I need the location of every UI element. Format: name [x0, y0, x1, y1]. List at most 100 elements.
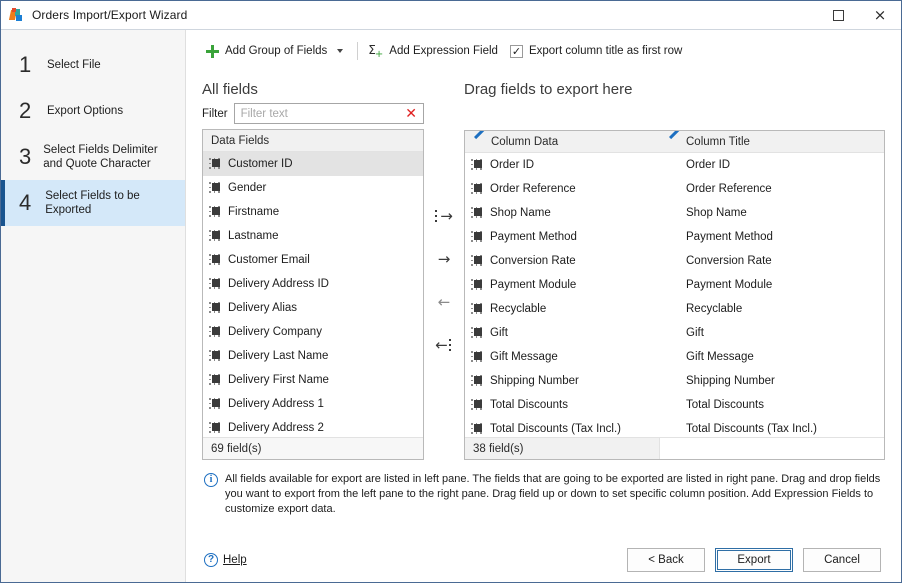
column-title-value: Order ID [686, 159, 731, 171]
drag-handle-icon[interactable] [471, 183, 483, 195]
column-data-value: Conversion Rate [490, 255, 576, 267]
field-label: Delivery Company [228, 326, 322, 339]
list-item[interactable]: Delivery Address 2 [203, 416, 423, 437]
dots-icon [435, 210, 439, 222]
list-item[interactable]: Delivery First Name [203, 368, 423, 392]
checkbox-checked-icon[interactable]: ✓ [509, 44, 523, 58]
drag-handle-icon[interactable] [209, 230, 221, 242]
column-header-column-data[interactable]: Column Data [473, 136, 668, 148]
drag-handle-icon[interactable] [471, 303, 483, 315]
column-data-value: Order Reference [490, 183, 576, 195]
list-item[interactable]: Gender [203, 176, 423, 200]
add-expression-field-button[interactable]: Σ + Add Expression Field [364, 40, 506, 62]
table-row[interactable]: Total Discounts Total Discounts [465, 393, 884, 417]
step-number: 4 [19, 190, 32, 215]
drag-handle-icon[interactable] [209, 254, 221, 266]
field-label: Delivery First Name [228, 374, 329, 387]
column-data-value: Payment Module [490, 279, 577, 291]
window-title: Orders Import/Export Wizard [32, 7, 188, 22]
move-selected-left-button[interactable]: ← [431, 335, 457, 355]
field-label: Customer Email [228, 254, 310, 267]
table-row[interactable]: Shop Name Shop Name [465, 201, 884, 225]
filter-box[interactable]: ✕ [233, 103, 424, 125]
export-column-title-label: Export column title as first row [528, 45, 683, 57]
table-row[interactable]: Order ID Order ID [465, 153, 884, 177]
drag-handle-icon[interactable] [471, 375, 483, 387]
move-all-right-button[interactable]: → [431, 249, 457, 269]
drag-handle-icon[interactable] [209, 302, 221, 314]
table-row[interactable]: Payment Module Payment Module [465, 273, 884, 297]
table-row[interactable]: Recyclable Recyclable [465, 297, 884, 321]
maximize-button[interactable] [817, 1, 859, 29]
add-group-of-fields-button[interactable]: Add Group of Fields [202, 40, 351, 62]
drag-handle-icon[interactable] [471, 255, 483, 267]
export-column-title-checkbox[interactable]: ✓ Export column title as first row [506, 40, 690, 62]
list-item[interactable]: Customer ID [203, 152, 423, 177]
drag-handle-icon[interactable] [471, 423, 483, 435]
field-label: Delivery Alias [228, 302, 298, 315]
drag-handle-icon[interactable] [471, 327, 483, 339]
export-button[interactable]: Export [715, 548, 793, 572]
list-item[interactable]: Firstname [203, 200, 423, 224]
drag-handle-icon[interactable] [471, 231, 483, 243]
table-row[interactable]: Payment Method Payment Method [465, 225, 884, 249]
move-all-left-button[interactable]: ← [431, 292, 457, 312]
sidebar-step-3[interactable]: 3 Select Fields Delimiter and Quote Char… [1, 134, 185, 180]
drag-handle-icon[interactable] [209, 278, 221, 290]
column-data-value: Shop Name [490, 207, 551, 219]
column-data-value: Gift [490, 327, 508, 339]
column-data-value: Shipping Number [490, 375, 579, 387]
table-row[interactable]: Conversion Rate Conversion Rate [465, 249, 884, 273]
search-input[interactable] [240, 107, 404, 120]
cancel-button[interactable]: Cancel [803, 548, 881, 572]
close-button[interactable]: × [859, 1, 901, 29]
wizard-window: Orders Import/Export Wizard × 1 Select F… [0, 0, 902, 583]
back-button[interactable]: < Back [627, 548, 705, 572]
list-item[interactable]: Delivery Company [203, 320, 423, 344]
field-label: Customer ID [228, 158, 293, 171]
sidebar-step-4[interactable]: 4 Select Fields to be Exported [1, 180, 185, 226]
dots-icon [448, 339, 453, 351]
pencil-icon [473, 136, 485, 148]
list-item[interactable]: Customer Email [203, 248, 423, 272]
list-item[interactable]: Delivery Alias [203, 296, 423, 320]
table-row[interactable]: Gift Gift [465, 321, 884, 345]
drag-handle-icon[interactable] [209, 158, 221, 170]
drag-handle-icon[interactable] [209, 326, 221, 338]
all-fields-rows[interactable]: Customer ID Gender Firstname Lastname Cu… [203, 152, 423, 437]
export-fields-listbox[interactable]: Column Data Column Title Order ID Order … [464, 130, 885, 460]
chevron-down-icon[interactable] [337, 49, 344, 53]
drag-handle-icon[interactable] [471, 399, 483, 411]
drag-handle-icon[interactable] [471, 279, 483, 291]
sidebar-step-2[interactable]: 2 Export Options [1, 88, 185, 134]
clear-filter-icon[interactable]: ✕ [403, 107, 419, 121]
drag-handle-icon[interactable] [471, 351, 483, 363]
drag-handle-icon[interactable] [209, 182, 221, 194]
main-content: Add Group of Fields Σ + Add Expression Fi… [186, 30, 901, 582]
table-row[interactable]: Gift Message Gift Message [465, 345, 884, 369]
move-selected-right-button[interactable]: → [431, 206, 457, 226]
drag-handle-icon[interactable] [471, 159, 483, 171]
export-fields-rows[interactable]: Order ID Order ID Order Reference Order … [465, 153, 884, 437]
step-label: Select Fields Delimiter and Quote Charac… [43, 144, 158, 170]
table-row[interactable]: Shipping Number Shipping Number [465, 369, 884, 393]
column-data-value: Payment Method [490, 231, 577, 243]
column-header-column-title[interactable]: Column Title [668, 136, 884, 148]
drag-handle-icon[interactable] [209, 422, 221, 434]
list-item[interactable]: Delivery Last Name [203, 344, 423, 368]
all-fields-listbox[interactable]: Data Fields Customer ID Gender Firstname… [202, 129, 424, 460]
export-fields-status: 38 field(s) [465, 437, 884, 459]
sidebar-step-1[interactable]: 1 Select File [1, 42, 185, 88]
table-row[interactable]: Order Reference Order Reference [465, 177, 884, 201]
drag-handle-icon[interactable] [209, 374, 221, 386]
drag-handle-icon[interactable] [209, 350, 221, 362]
drag-handle-icon[interactable] [209, 206, 221, 218]
table-row[interactable]: Total Discounts (Tax Incl.) Total Discou… [465, 417, 884, 437]
list-item[interactable]: Delivery Address 1 [203, 392, 423, 416]
list-item[interactable]: Delivery Address ID [203, 272, 423, 296]
column-title-value: Recyclable [686, 303, 743, 315]
drag-handle-icon[interactable] [471, 207, 483, 219]
drag-handle-icon[interactable] [209, 398, 221, 410]
help-link[interactable]: ? Help [204, 553, 247, 567]
list-item[interactable]: Lastname [203, 224, 423, 248]
